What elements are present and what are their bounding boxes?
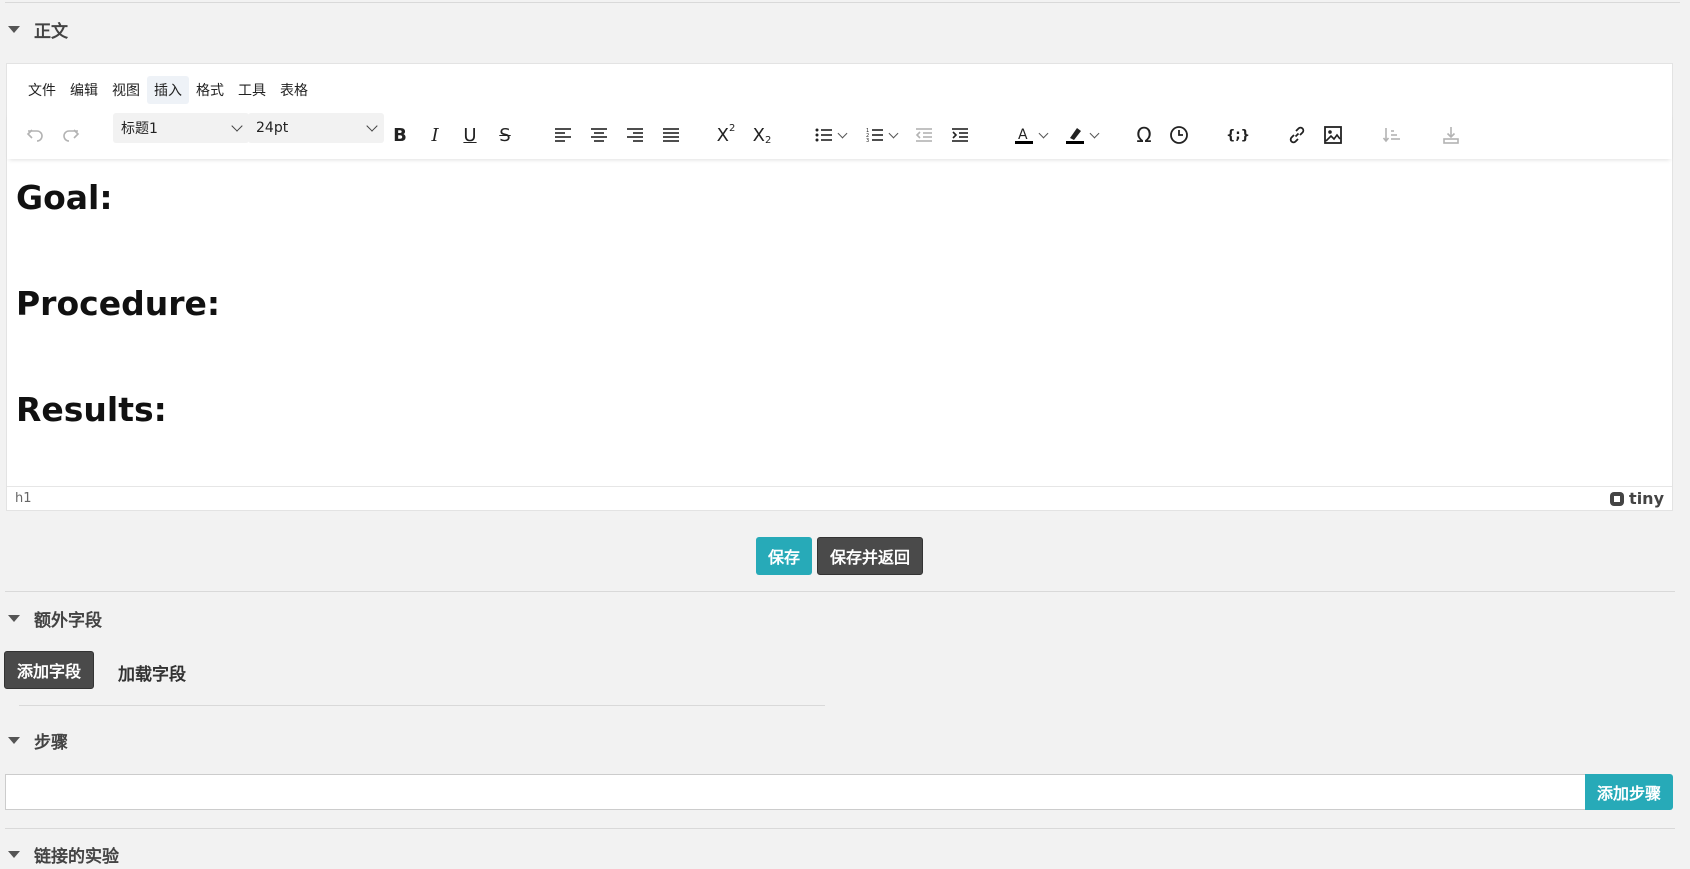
heading-results: Results:: [16, 390, 167, 429]
chevron-down-icon: [366, 120, 378, 132]
underline-icon[interactable]: U: [455, 119, 485, 151]
divider: [19, 705, 825, 706]
indent-icon[interactable]: [945, 119, 975, 151]
add-field-button[interactable]: 添加字段: [4, 651, 95, 689]
menu-table[interactable]: 表格: [273, 76, 315, 104]
image-icon[interactable]: [1318, 119, 1348, 151]
link-icon[interactable]: [1282, 119, 1312, 151]
section-title: 额外字段: [34, 610, 102, 631]
block-format-select[interactable]: 标题1: [113, 113, 249, 143]
step-input[interactable]: [5, 774, 1585, 810]
caret-down-icon: [8, 736, 20, 744]
numbered-list-icon[interactable]: 123: [858, 119, 904, 151]
heading-goal: Goal:: [16, 178, 113, 217]
save-and-return-button[interactable]: 保存并返回: [817, 537, 924, 575]
menu-format[interactable]: 格式: [189, 76, 231, 104]
redo-icon[interactable]: [57, 119, 85, 151]
align-right-icon[interactable]: [620, 119, 650, 151]
menu-insert[interactable]: 插入: [147, 76, 189, 104]
chevron-down-icon: [1038, 128, 1048, 138]
font-size-value: 24pt: [256, 120, 289, 136]
caret-down-icon: [8, 25, 20, 33]
code-sample-icon[interactable]: {;}: [1223, 119, 1253, 151]
outdent-icon[interactable]: [909, 119, 939, 151]
caret-down-icon: [8, 850, 20, 858]
italic-icon[interactable]: I: [420, 119, 450, 151]
section-title: 正文: [34, 21, 68, 42]
section-header-body[interactable]: 正文: [0, 14, 68, 44]
subscript-icon[interactable]: X2: [747, 119, 777, 151]
divider: [5, 828, 1675, 829]
divider: [5, 591, 1675, 592]
chevron-down-icon: [888, 128, 898, 138]
menu-view[interactable]: 视图: [105, 76, 147, 104]
font-size-select[interactable]: 24pt: [248, 113, 384, 143]
editor-menubar: 文件 编辑 视图 插入 格式 工具 表格: [21, 76, 315, 104]
superscript-icon[interactable]: X2: [711, 119, 741, 151]
align-center-icon[interactable]: [584, 119, 614, 151]
load-field-button[interactable]: 加载字段: [112, 659, 192, 686]
svg-text:3: 3: [866, 138, 869, 143]
text-color-icon[interactable]: A: [1007, 119, 1053, 151]
top-divider: [5, 2, 1680, 3]
section-header-steps[interactable]: 步骤: [0, 725, 68, 755]
menu-edit[interactable]: 编辑: [63, 76, 105, 104]
chevron-down-icon: [837, 128, 847, 138]
heading-procedure: Procedure:: [16, 284, 221, 323]
section-title: 链接的实验: [34, 846, 119, 867]
strikethrough-icon[interactable]: S: [490, 119, 520, 151]
save-button[interactable]: 保存: [756, 537, 813, 575]
brand-label: tiny: [1629, 489, 1664, 508]
caret-down-icon: [8, 614, 20, 622]
block-format-value: 标题1: [121, 121, 158, 137]
highlight-color-icon[interactable]: [1058, 119, 1104, 151]
sort-icon[interactable]: [1377, 119, 1407, 151]
special-character-icon[interactable]: Ω: [1129, 119, 1159, 151]
menu-file[interactable]: 文件: [21, 76, 63, 104]
undo-icon[interactable]: [21, 119, 49, 151]
page: 正文 文件 编辑 视图 插入 格式 工具 表格 标题1 24pt B I U S…: [0, 0, 1690, 869]
clock-icon[interactable]: [1164, 119, 1194, 151]
bullet-list-icon[interactable]: [807, 119, 853, 151]
element-path[interactable]: h1: [15, 491, 32, 506]
tiny-logo-icon: [1610, 491, 1625, 506]
chevron-down-icon: [231, 120, 243, 132]
menu-tools[interactable]: 工具: [231, 76, 273, 104]
svg-text:A: A: [1018, 127, 1028, 143]
section-header-linked-experiments[interactable]: 链接的实验: [0, 839, 119, 869]
bold-icon[interactable]: B: [385, 119, 415, 151]
add-step-button[interactable]: 添加步骤: [1585, 774, 1674, 810]
chevron-down-icon: [1089, 128, 1099, 138]
section-header-extra-fields[interactable]: 额外字段: [0, 603, 102, 633]
align-justify-icon[interactable]: [656, 119, 686, 151]
section-title: 步骤: [34, 732, 68, 753]
tiny-brand[interactable]: tiny: [1609, 489, 1664, 508]
align-left-icon[interactable]: [548, 119, 578, 151]
editor-statusbar: h1 tiny: [7, 486, 1672, 510]
rich-text-editor: 文件 编辑 视图 插入 格式 工具 表格 标题1 24pt B I U S X …: [6, 63, 1673, 511]
download-icon[interactable]: [1436, 119, 1466, 151]
